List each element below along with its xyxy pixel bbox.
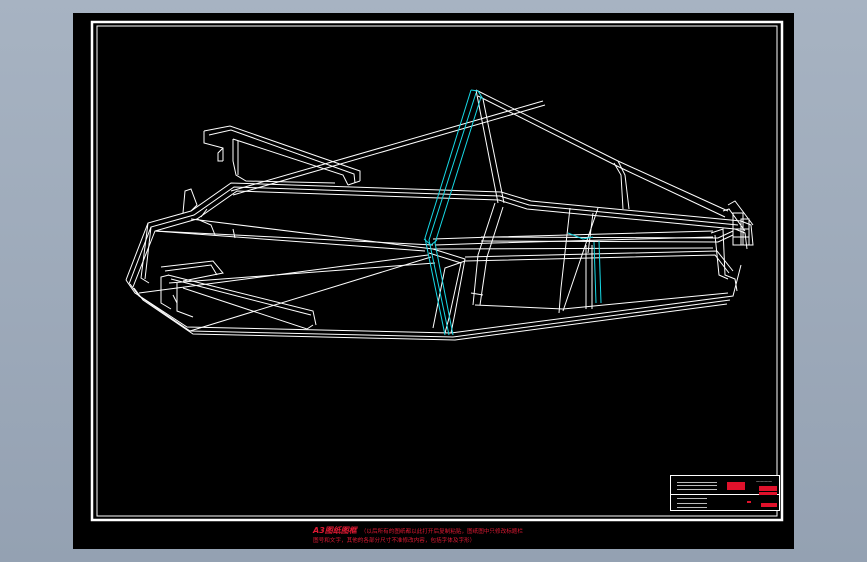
- drawing-canvas[interactable]: [73, 13, 794, 549]
- title-block-row: [677, 507, 707, 508]
- drawing-viewport[interactable]: ———— A3图纸图框 （以后所有的图纸都以此打开后复制粘贴，图纸图中只修改标题栏…: [73, 13, 794, 549]
- title-block-row: [677, 498, 707, 499]
- title-block-red-cell: [759, 486, 777, 491]
- title-block-name: ————: [756, 479, 772, 484]
- title-block-red-cell: [759, 492, 777, 495]
- title-block-red-cell: [761, 503, 777, 507]
- note-line-1: （以后所有的图纸都以此打开后复制粘贴，图纸图中只修改标题栏: [360, 529, 523, 535]
- frame-wireframe: [125, 89, 754, 341]
- title-block-row: [677, 489, 717, 490]
- outer-frame: [90, 20, 784, 522]
- drawing-note: A3图纸图框 （以后所有的图纸都以此打开后复制粘贴，图纸图中只修改标题栏 图号和文…: [313, 526, 613, 546]
- title-block[interactable]: ————: [670, 475, 780, 511]
- title-block-red-mark: [747, 501, 751, 503]
- inner-frame: [96, 25, 778, 517]
- note-title: A3图纸图框: [313, 526, 357, 535]
- title-block-row: [677, 485, 717, 486]
- note-line-2: 图号和文字，其他的各部分尺寸不准修改内容，包括字体及字形）: [313, 538, 476, 544]
- title-block-red-cell: [727, 482, 745, 490]
- title-block-row: [677, 503, 707, 504]
- highlighted-members: [423, 89, 602, 336]
- title-block-row: [677, 482, 717, 483]
